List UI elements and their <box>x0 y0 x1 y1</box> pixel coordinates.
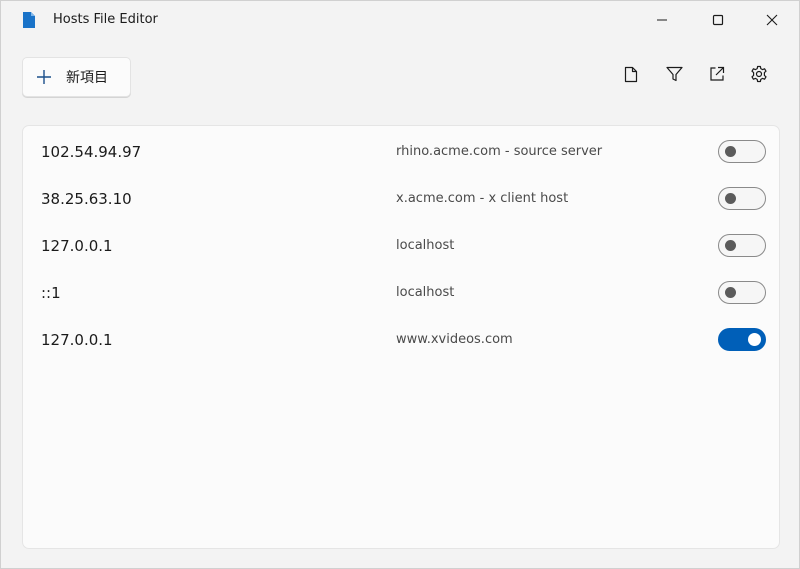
list-item[interactable]: 102.54.94.97 rhino.acme.com - source ser… <box>23 128 779 175</box>
filter-button[interactable] <box>664 65 684 87</box>
entry-hosts: x.acme.com - x client host <box>396 191 569 206</box>
toggle-knob <box>748 333 761 346</box>
minimize-icon <box>656 14 668 26</box>
entry-toggle[interactable] <box>718 187 766 210</box>
list-item[interactable]: 38.25.63.10 x.acme.com - x client host <box>23 175 779 222</box>
plus-icon <box>36 69 52 85</box>
entry-hosts: localhost <box>396 285 455 300</box>
gear-icon <box>750 65 768 87</box>
document-icon <box>22 11 36 29</box>
app-window: Hosts File Editor 新項目 102.54.94.97 rhino… <box>0 0 800 569</box>
new-entry-button[interactable]: 新項目 <box>22 57 131 97</box>
entry-toggle[interactable] <box>718 328 766 351</box>
entry-address: 102.54.94.97 <box>41 143 142 161</box>
entry-address: 127.0.0.1 <box>41 237 113 255</box>
new-entry-label: 新項目 <box>66 70 108 86</box>
filter-icon <box>665 66 683 86</box>
hosts-entries-list: 102.54.94.97 rhino.acme.com - source ser… <box>22 125 780 549</box>
toggle-knob <box>725 287 736 298</box>
toggle-knob <box>725 146 736 157</box>
entry-toggle[interactable] <box>718 234 766 257</box>
open-hosts-button[interactable] <box>707 65 727 87</box>
entry-hosts: localhost <box>396 238 455 253</box>
list-item[interactable]: 127.0.0.1 localhost <box>23 222 779 269</box>
entry-toggle[interactable] <box>718 281 766 304</box>
file-button[interactable] <box>621 65 641 87</box>
minimize-button[interactable] <box>639 1 685 39</box>
list-item[interactable]: ::1 localhost <box>23 269 779 316</box>
entry-address: ::1 <box>41 284 61 302</box>
close-button[interactable] <box>749 1 795 39</box>
maximize-icon <box>712 14 724 26</box>
toggle-knob <box>725 193 736 204</box>
file-icon <box>624 66 638 87</box>
toggle-knob <box>725 240 736 251</box>
title-bar: Hosts File Editor <box>1 1 799 39</box>
entry-hosts: www.xvideos.com <box>396 332 513 347</box>
settings-button[interactable] <box>749 65 769 87</box>
entry-toggle[interactable] <box>718 140 766 163</box>
entry-hosts: rhino.acme.com - source server <box>396 144 603 159</box>
open-external-icon <box>709 66 725 86</box>
close-icon <box>766 14 778 26</box>
window-title: Hosts File Editor <box>53 12 158 27</box>
entry-address: 38.25.63.10 <box>41 190 132 208</box>
entry-address: 127.0.0.1 <box>41 331 113 349</box>
maximize-button[interactable] <box>695 1 741 39</box>
list-item[interactable]: 127.0.0.1 www.xvideos.com <box>23 316 779 363</box>
